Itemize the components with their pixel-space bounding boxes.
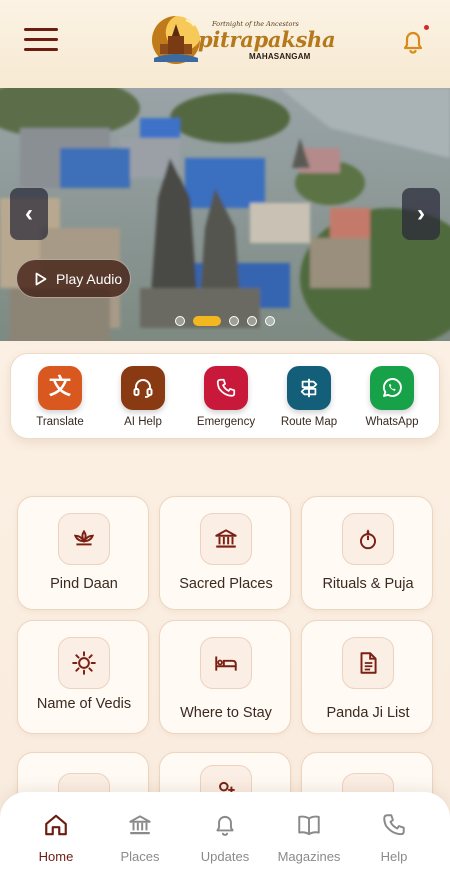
- quick-action-whatsapp[interactable]: WhatsApp: [352, 366, 432, 428]
- logo-wordmark: pitrapaksha: [198, 27, 336, 52]
- nav-tab-places[interactable]: Places: [98, 812, 182, 864]
- hero-carousel[interactable]: ‹ › Play Audio: [0, 88, 450, 341]
- quick-action-route-map[interactable]: Route Map: [269, 366, 349, 428]
- feature-label: Name of Vedis: [36, 696, 132, 712]
- feature-tile-rituals-puja[interactable]: Rituals & Puja: [301, 496, 433, 610]
- nav-tab-help[interactable]: Help: [352, 812, 436, 864]
- app-logo: Fortnight of the Ancestors pitrapaksha M…: [146, 10, 336, 72]
- bottom-navigation: Home Places Updates Magazines Help: [0, 792, 450, 875]
- logo-subtitle: MAHASANGAM: [249, 52, 311, 61]
- carousel-dot[interactable]: [265, 316, 275, 326]
- carousel-prev-button[interactable]: ‹: [10, 188, 48, 240]
- feature-label: Pind Daan: [50, 576, 118, 592]
- feature-tile-panda-ji-list[interactable]: Panda Ji List: [301, 620, 433, 734]
- quick-action-label: WhatsApp: [365, 416, 419, 428]
- translate-icon: 文: [38, 366, 82, 410]
- logo-emblem-icon: [152, 16, 200, 64]
- carousel-dot-active[interactable]: [193, 316, 221, 326]
- phone-icon: [383, 814, 405, 836]
- quick-action-label: Emergency: [196, 416, 256, 428]
- nav-tab-home[interactable]: Home: [14, 812, 98, 864]
- quick-action-label: Route Map: [280, 416, 338, 428]
- book-icon: [298, 815, 320, 836]
- feature-tile-sacred-places[interactable]: Sacred Places: [159, 496, 291, 610]
- play-audio-button[interactable]: Play Audio: [16, 259, 131, 298]
- nav-tab-label: Home: [38, 849, 74, 864]
- nav-tab-label: Updates: [200, 849, 250, 864]
- signpost-icon: [287, 366, 331, 410]
- feature-tile-name-of-vedis[interactable]: Name of Vedis: [17, 620, 149, 734]
- quick-action-label: AI Help: [124, 416, 162, 428]
- carousel-dot[interactable]: [229, 316, 239, 326]
- whatsapp-icon: [370, 366, 414, 410]
- diya-icon: [342, 513, 394, 565]
- notification-bell-button[interactable]: [396, 24, 430, 58]
- landmark-icon: [129, 815, 151, 835]
- phone-icon: [204, 366, 248, 410]
- feature-tile-where-to-stay[interactable]: Where to Stay: [159, 620, 291, 734]
- hamburger-menu-icon[interactable]: [24, 28, 58, 52]
- lotus-icon: [58, 513, 110, 565]
- carousel-dot[interactable]: [175, 316, 185, 326]
- carousel-next-button[interactable]: ›: [402, 188, 440, 240]
- carousel-indicators: [0, 315, 450, 327]
- document-icon: [342, 637, 394, 689]
- feature-label: Where to Stay: [180, 705, 272, 721]
- temple-icon: [200, 513, 252, 565]
- feature-label: Panda Ji List: [326, 705, 410, 721]
- bell-icon: [216, 815, 234, 836]
- nav-tab-label: Help: [380, 849, 408, 864]
- quick-action-emergency[interactable]: Emergency: [186, 366, 266, 428]
- quick-actions-bar: 文 Translate AI Help Emergency Route Map …: [10, 353, 440, 439]
- headset-icon: [121, 366, 165, 410]
- quick-action-ai-help[interactable]: AI Help: [103, 366, 183, 428]
- hero-aerial-temple-image: [0, 88, 450, 341]
- nav-tab-updates[interactable]: Updates: [183, 812, 267, 864]
- nav-tab-magazines[interactable]: Magazines: [267, 812, 351, 864]
- feature-tile-pind-daan[interactable]: Pind Daan: [17, 496, 149, 610]
- nav-tab-label: Magazines: [277, 849, 341, 864]
- bed-icon: [200, 637, 252, 689]
- quick-action-label: Translate: [36, 416, 84, 428]
- quick-action-translate[interactable]: 文 Translate: [20, 366, 100, 428]
- feature-label: Rituals & Puja: [322, 576, 414, 592]
- carousel-dot[interactable]: [247, 316, 257, 326]
- nav-tab-label: Places: [120, 849, 160, 864]
- play-icon: [35, 272, 47, 285]
- home-icon: [45, 814, 67, 836]
- feature-label: Sacred Places: [179, 576, 273, 592]
- notification-dot: [424, 25, 429, 30]
- sun-icon: [58, 637, 110, 689]
- app-header: Fortnight of the Ancestors pitrapaksha M…: [0, 0, 450, 88]
- play-audio-label: Play Audio: [56, 270, 123, 287]
